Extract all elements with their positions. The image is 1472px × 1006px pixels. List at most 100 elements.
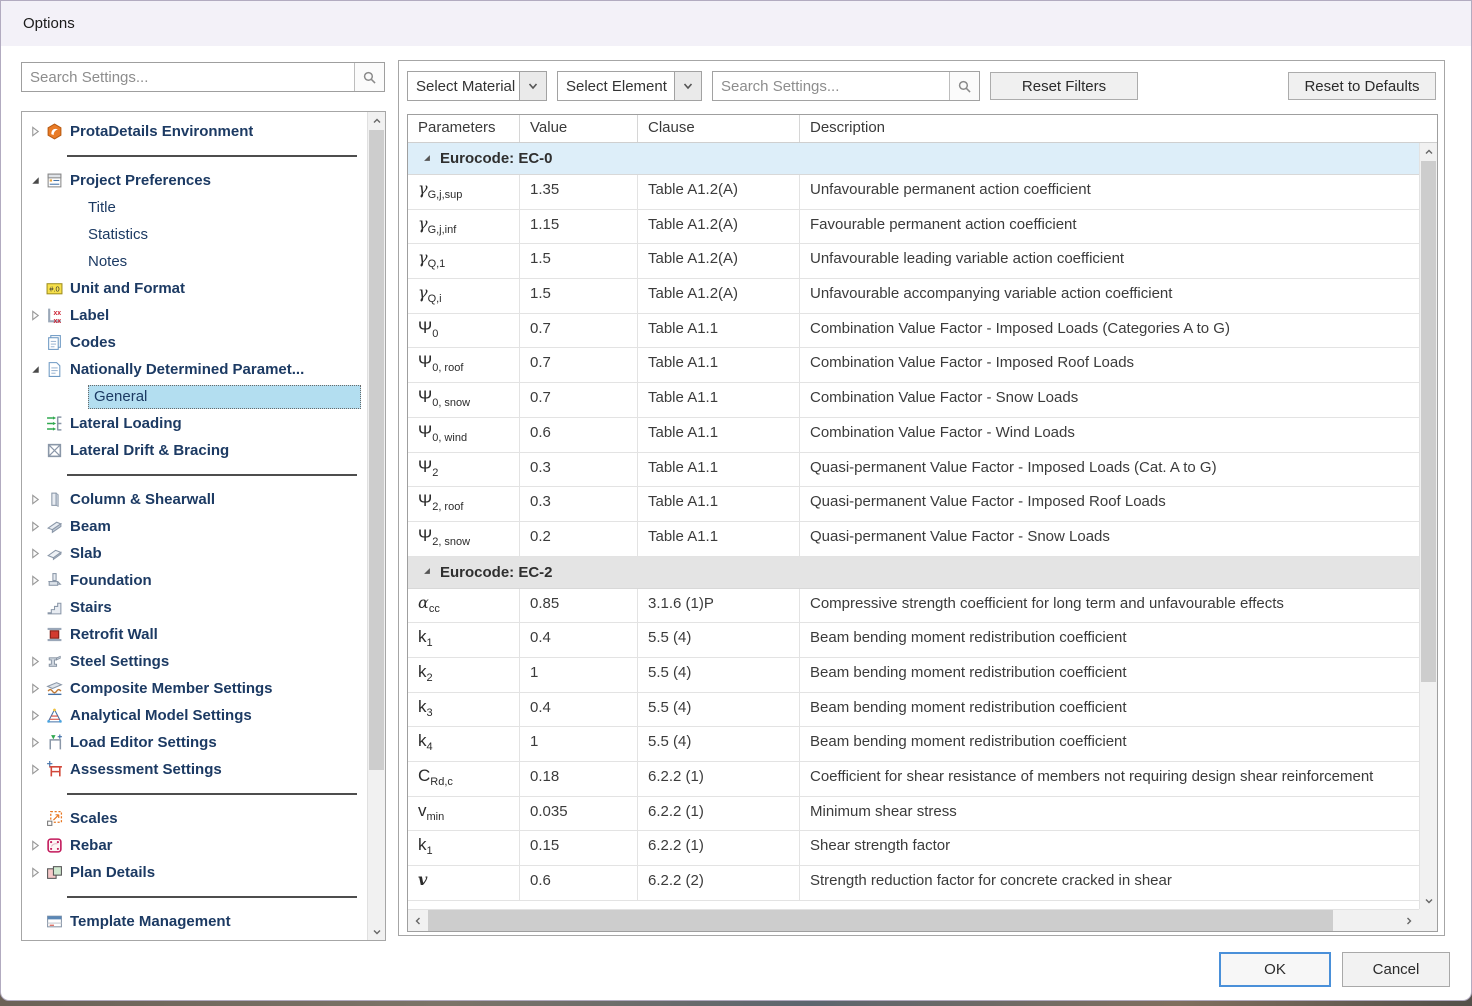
expand-arrow-icon[interactable] — [30, 494, 46, 506]
sidebar-item-title[interactable]: Title — [22, 194, 367, 221]
sidebar-item-rebar[interactable]: Rebar — [22, 832, 367, 859]
reset-to-defaults-button[interactable]: Reset to Defaults — [1288, 72, 1436, 100]
sidebar-item-slab[interactable]: Slab — [22, 540, 367, 567]
parameter-value-cell[interactable]: 0.6 — [520, 866, 638, 900]
parameter-row-k-4[interactable]: k415.5 (4)Beam bending moment redistribu… — [408, 727, 1419, 762]
sidebar-item-lateral-drift-bracing[interactable]: Lateral Drift & Bracing — [22, 437, 367, 464]
parameter-value-cell[interactable]: 0.6 — [520, 418, 638, 452]
parameter-value-cell[interactable]: 0.7 — [520, 383, 638, 417]
sidebar-item-codes[interactable]: Codes — [22, 329, 367, 356]
tree-scrollbar[interactable] — [367, 112, 385, 940]
expand-arrow-icon[interactable] — [30, 840, 46, 852]
group-header-eurocode-ec-0[interactable]: Eurocode: EC-0 — [408, 143, 1419, 175]
collapse-arrow-icon[interactable] — [30, 364, 46, 376]
cancel-button[interactable]: Cancel — [1342, 952, 1450, 987]
parameter-row-2-roof[interactable]: Ψ2, roof0.3Table A1.1Quasi-permanent Val… — [408, 487, 1419, 522]
parameter-value-cell[interactable]: 0.3 — [520, 487, 638, 521]
collapse-arrow-icon[interactable] — [30, 175, 46, 187]
expand-arrow-icon[interactable] — [30, 710, 46, 722]
parameter-value-cell[interactable]: 0.7 — [520, 348, 638, 382]
sidebar-item-assessment-settings[interactable]: Assessment Settings — [22, 756, 367, 783]
parameter-row-0-snow[interactable]: Ψ0, snow0.7Table A1.1Combination Value F… — [408, 383, 1419, 418]
grid-hscroll-track[interactable] — [1333, 910, 1399, 931]
parameter-value-cell[interactable]: 0.18 — [520, 762, 638, 796]
sidebar-item-analytical-model-settings[interactable]: Analytical Model Settings — [22, 702, 367, 729]
parameter-value-cell[interactable]: 0.3 — [520, 453, 638, 487]
parameter-row-g-j-inf[interactable]: γG,j,inf1.15Table A1.2(A)Favourable perm… — [408, 210, 1419, 245]
parameter-row-k-1[interactable]: k10.45.5 (4)Beam bending moment redistri… — [408, 623, 1419, 658]
scroll-down-icon[interactable] — [368, 923, 385, 940]
parameter-value-cell[interactable]: 0.7 — [520, 314, 638, 348]
tree-scroll-thumb[interactable] — [369, 130, 384, 770]
parameter-row-0-wind[interactable]: Ψ0, wind0.6Table A1.1Combination Value F… — [408, 418, 1419, 453]
expand-arrow-icon[interactable] — [30, 764, 46, 776]
expand-arrow-icon[interactable] — [30, 656, 46, 668]
parameter-row-v-min[interactable]: vmin0.0356.2.2 (1)Minimum shear stress — [408, 797, 1419, 832]
scroll-right-icon[interactable] — [1399, 910, 1419, 931]
parameter-value-cell[interactable]: 0.4 — [520, 693, 638, 727]
sidebar-item-plan-details[interactable]: Plan Details — [22, 859, 367, 886]
sidebar-item-label[interactable]: xxxxLabel — [22, 302, 367, 329]
sidebar-item-statistics[interactable]: Statistics — [22, 221, 367, 248]
sidebar-item-unit-and-format[interactable]: #.0Unit and Format — [22, 275, 367, 302]
parameter-row-k-3[interactable]: k30.45.5 (4)Beam bending moment redistri… — [408, 693, 1419, 728]
expand-arrow-icon[interactable] — [30, 310, 46, 322]
grid-horizontal-scrollbar[interactable] — [408, 909, 1419, 931]
grid-vertical-scrollbar[interactable] — [1419, 143, 1437, 909]
parameter-value-cell[interactable]: 0.4 — [520, 623, 638, 657]
expand-arrow-icon[interactable] — [30, 548, 46, 560]
sidebar-item-general[interactable]: General — [22, 383, 367, 410]
parameter-row-g-j-sup[interactable]: γG,j,sup1.35Table A1.2(A)Unfavourable pe… — [408, 175, 1419, 210]
expand-arrow-icon[interactable] — [30, 867, 46, 879]
collapse-arrow-icon[interactable] — [422, 150, 440, 168]
parameter-row-2[interactable]: Ψ20.3Table A1.1Quasi-permanent Value Fac… — [408, 453, 1419, 488]
sidebar-item-notes[interactable]: Notes — [22, 248, 367, 275]
column-header-value[interactable]: Value — [520, 115, 638, 142]
parameter-row-c-rd-c[interactable]: CRd,c0.186.2.2 (1)Coefficient for shear … — [408, 762, 1419, 797]
scroll-down-icon[interactable] — [1420, 892, 1437, 909]
sidebar-item-protadetails-environment[interactable]: ProtaDetails Environment — [22, 118, 367, 145]
expand-arrow-icon[interactable] — [30, 575, 46, 587]
parameter-row-k-1[interactable]: k10.156.2.2 (1)Shear strength factor — [408, 831, 1419, 866]
sidebar-item-composite-member-settings[interactable]: Composite Member Settings — [22, 675, 367, 702]
parameter-value-cell[interactable]: 1 — [520, 727, 638, 761]
scroll-left-icon[interactable] — [408, 910, 428, 931]
group-header-eurocode-ec-2[interactable]: Eurocode: EC-2 — [408, 557, 1419, 589]
sidebar-item-retrofit-wall[interactable]: Retrofit Wall — [22, 621, 367, 648]
parameter-row-q-i[interactable]: γQ,i1.5Table A1.2(A)Unfavourable accompa… — [408, 279, 1419, 314]
sidebar-item-lateral-loading[interactable]: Lateral Loading — [22, 410, 367, 437]
parameter-value-cell[interactable]: 0.2 — [520, 522, 638, 556]
parameter-value-cell[interactable]: 1 — [520, 658, 638, 692]
expand-arrow-icon[interactable] — [30, 126, 46, 138]
material-filter-dropdown[interactable]: Select Material — [407, 71, 547, 101]
expand-arrow-icon[interactable] — [30, 521, 46, 533]
parameter-value-cell[interactable]: 1.5 — [520, 244, 638, 278]
expand-arrow-icon[interactable] — [30, 683, 46, 695]
sidebar-item-load-editor-settings[interactable]: Load Editor Settings — [22, 729, 367, 756]
sidebar-item-project-preferences[interactable]: Project Preferences — [22, 167, 367, 194]
parameter-value-cell[interactable]: 0.85 — [520, 589, 638, 623]
parameter-row-0-roof[interactable]: Ψ0, roof0.7Table A1.1Combination Value F… — [408, 348, 1419, 383]
ok-button[interactable]: OK — [1219, 952, 1331, 987]
element-filter-dropdown[interactable]: Select Element — [557, 71, 702, 101]
sidebar-item-stairs[interactable]: Stairs — [22, 594, 367, 621]
search-icon[interactable] — [354, 63, 384, 91]
sidebar-item-beam[interactable]: Beam — [22, 513, 367, 540]
parameter-value-cell[interactable]: 1.35 — [520, 175, 638, 209]
sidebar-item-column-shearwall[interactable]: Column & Shearwall — [22, 486, 367, 513]
search-icon[interactable] — [949, 72, 979, 100]
parameter-row-cc[interactable]: αcc0.853.1.6 (1)PCompressive strength co… — [408, 589, 1419, 624]
sidebar-item-template-management[interactable]: Template Management — [22, 908, 367, 935]
reset-filters-button[interactable]: Reset Filters — [990, 72, 1138, 100]
column-header-description[interactable]: Description — [800, 115, 1437, 142]
parameter-row-0[interactable]: Ψ00.7Table A1.1Combination Value Factor … — [408, 314, 1419, 349]
sidebar-item-foundation[interactable]: Foundation — [22, 567, 367, 594]
sidebar-item-nationally-determined-paramet[interactable]: Nationally Determined Paramet... — [22, 356, 367, 383]
sidebar-item-steel-settings[interactable]: Steel Settings — [22, 648, 367, 675]
parameter-value-cell[interactable]: 1.15 — [520, 210, 638, 244]
parameter-value-cell[interactable]: 1.5 — [520, 279, 638, 313]
chevron-down-icon[interactable] — [519, 72, 546, 100]
parameter-value-cell[interactable]: 0.035 — [520, 797, 638, 831]
parameter-value-cell[interactable]: 0.15 — [520, 831, 638, 865]
expand-arrow-icon[interactable] — [30, 737, 46, 749]
